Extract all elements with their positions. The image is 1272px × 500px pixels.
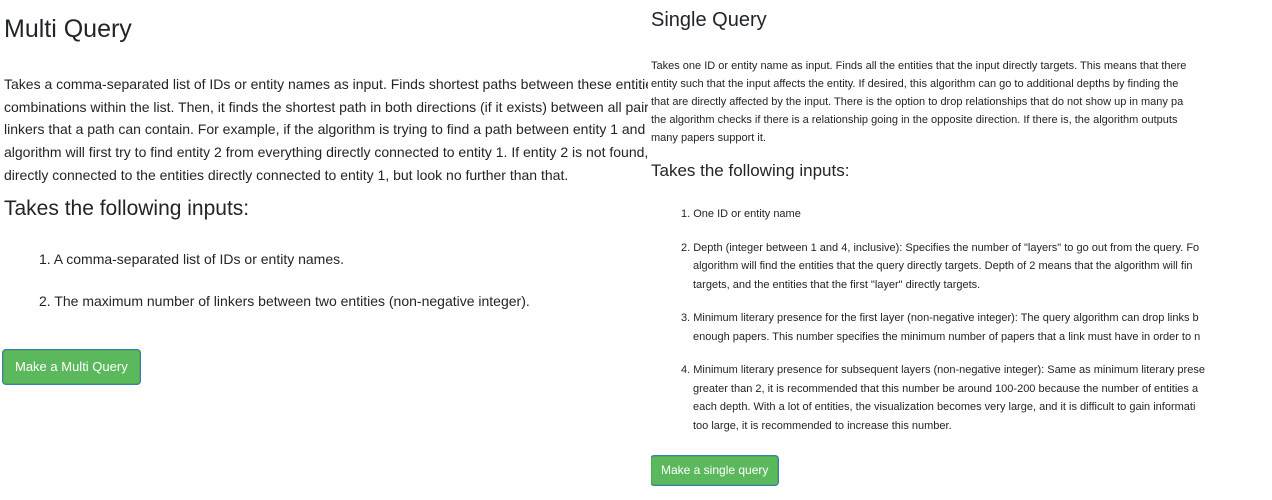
single-desc-line: entity such that the input affects the e…: [651, 78, 1179, 90]
single-input-line: 1. One ID or entity name: [681, 208, 801, 220]
single-input-line: 3. Minimum literary presence for the fir…: [681, 312, 1199, 324]
multi-inputs-heading: Takes the following inputs:: [4, 197, 250, 220]
multi-query-description: Takes a comma-separated list of IDs or e…: [4, 73, 648, 187]
single-desc-line: that are directly affected by the input.…: [651, 96, 1184, 108]
multi-inputs-list: 1. A comma-separated list of IDs or enti…: [0, 249, 648, 333]
multi-query-title: Multi Query: [4, 15, 132, 43]
single-input-item: 1. One ID or entity name: [681, 205, 1272, 224]
multi-query-panel: Multi Query Takes a comma-separated list…: [0, 0, 648, 500]
multi-input-item: 2. The maximum number of linkers between…: [39, 293, 530, 309]
single-input-line: greater than 2, it is recommended that t…: [693, 382, 1199, 395]
single-desc-line: many papers support it.: [651, 132, 766, 144]
single-query-panel: Single Query Takes one ID or entity name…: [651, 0, 1272, 500]
multi-desc-line: algorithm will first try to find entity …: [4, 144, 648, 161]
make-single-query-button[interactable]: Make a single query: [651, 456, 779, 485]
single-inputs-heading: Takes the following inputs:: [651, 161, 850, 180]
single-input-line: 4. Minimum literary presence for subsequ…: [681, 364, 1205, 376]
multi-input-item: 1. A comma-separated list of IDs or enti…: [39, 251, 345, 267]
single-desc-line: the algorithm checks if there is a relat…: [651, 114, 1178, 126]
make-multi-query-button[interactable]: Make a Multi Query: [3, 350, 140, 384]
single-input-item: 2. Depth (integer between 1 and 4, inclu…: [681, 239, 1272, 295]
single-input-line: 2. Depth (integer between 1 and 4, inclu…: [681, 241, 1200, 254]
single-query-title: Single Query: [651, 9, 767, 31]
single-inputs-list: 1. One ID or entity name 2. Depth (integ…: [651, 205, 1272, 450]
single-input-line: enough papers. This number specifies the…: [693, 330, 1201, 343]
single-desc-line: Takes one ID or entity name as input. Fi…: [651, 60, 1187, 72]
single-input-item: 4. Minimum literary presence for subsequ…: [681, 361, 1272, 435]
single-input-line: targets, and the entities that the first…: [693, 278, 981, 291]
multi-desc-line: linkers that a path can contain. For exa…: [4, 121, 648, 138]
single-input-item: 3. Minimum literary presence for the fir…: [681, 309, 1272, 346]
single-input-line: too large, it is recommended to increase…: [693, 419, 952, 432]
multi-desc-line: combinations within the list. Then, it f…: [4, 98, 648, 115]
multi-desc-line: directly connected to the entities direc…: [4, 166, 569, 183]
single-query-description: Takes one ID or entity name as input. Fi…: [651, 57, 1272, 147]
single-input-line: each depth. With a lot of entities, the …: [693, 401, 1196, 413]
multi-desc-line: Takes a comma-separated list of IDs or e…: [4, 76, 648, 92]
single-input-line: algorithm will find the entities that th…: [693, 260, 1193, 272]
